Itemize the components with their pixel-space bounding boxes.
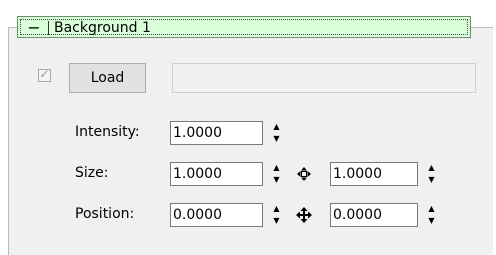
size-x-spinner[interactable]: ▲ ▼ bbox=[268, 162, 285, 186]
intensity-input[interactable] bbox=[170, 121, 263, 145]
enable-background-checkbox[interactable]: ✓ bbox=[38, 67, 51, 82]
file-path-field bbox=[172, 63, 476, 93]
move-arrows-icon[interactable] bbox=[294, 205, 314, 225]
section-title: Background 1 bbox=[54, 20, 151, 36]
spin-up-icon[interactable]: ▲ bbox=[423, 203, 440, 215]
intensity-label: Intensity: bbox=[75, 124, 140, 140]
spin-up-icon[interactable]: ▲ bbox=[268, 162, 285, 174]
size-y-input[interactable] bbox=[330, 162, 418, 186]
checkmark-icon: ✓ bbox=[39, 67, 50, 81]
spin-up-icon[interactable]: ▲ bbox=[268, 121, 285, 133]
spin-down-icon[interactable]: ▼ bbox=[423, 215, 440, 227]
spin-up-icon[interactable]: ▲ bbox=[268, 203, 285, 215]
load-button[interactable]: Load bbox=[69, 63, 146, 93]
position-y-input[interactable] bbox=[330, 203, 418, 227]
spin-down-icon[interactable]: ▼ bbox=[268, 174, 285, 186]
size-label: Size: bbox=[75, 165, 109, 181]
spin-down-icon[interactable]: ▼ bbox=[268, 133, 285, 145]
header-focus-outline: − Background 1 bbox=[20, 19, 468, 37]
collapse-icon[interactable]: − bbox=[24, 19, 44, 37]
spin-down-icon[interactable]: ▼ bbox=[423, 174, 440, 186]
position-y-spinner[interactable]: ▲ ▼ bbox=[423, 203, 440, 227]
spin-down-icon[interactable]: ▼ bbox=[268, 215, 285, 227]
position-x-spinner[interactable]: ▲ ▼ bbox=[268, 203, 285, 227]
intensity-spinner[interactable]: ▲ ▼ bbox=[268, 121, 285, 145]
size-x-input[interactable] bbox=[170, 162, 263, 186]
size-y-spinner[interactable]: ▲ ▼ bbox=[423, 162, 440, 186]
position-label: Position: bbox=[75, 206, 135, 222]
header-separator bbox=[48, 21, 49, 35]
background-section-header[interactable]: − Background 1 bbox=[17, 16, 471, 38]
spin-up-icon[interactable]: ▲ bbox=[423, 162, 440, 174]
resize-arrows-icon[interactable] bbox=[294, 164, 314, 184]
position-x-input[interactable] bbox=[170, 203, 263, 227]
